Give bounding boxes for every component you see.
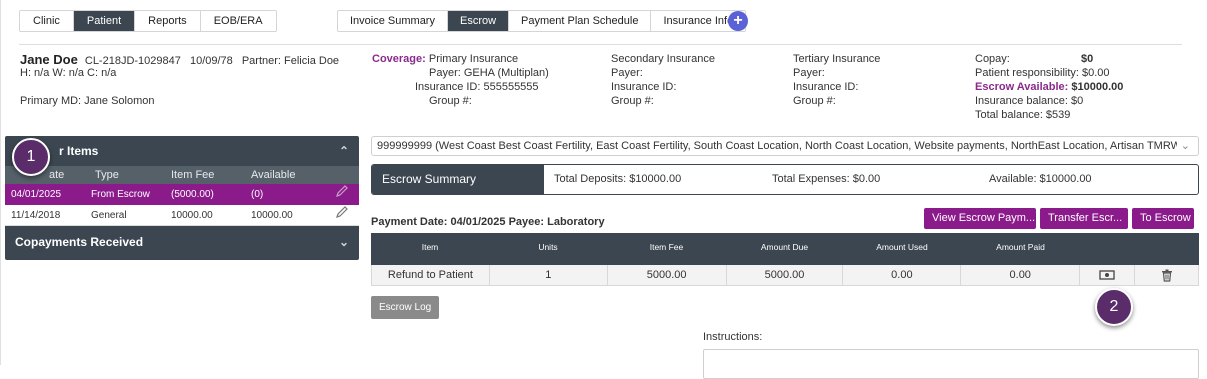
transfer-escrow-button[interactable]: Transfer Escr... bbox=[1040, 208, 1128, 229]
col-item: Item bbox=[421, 242, 439, 252]
secondary-insurance-title: Secondary Insurance bbox=[611, 53, 715, 65]
chevron-down-icon[interactable]: ⌄ bbox=[1181, 137, 1190, 155]
item-type: From Escrow bbox=[91, 189, 150, 200]
escrow-available-value: $10000.00 bbox=[1071, 81, 1124, 93]
to-escrow-button[interactable]: To Escrow bbox=[1132, 208, 1194, 229]
copayments-received-header[interactable]: Copayments Received ⌄ bbox=[5, 226, 359, 258]
money-icon[interactable] bbox=[1080, 265, 1136, 285]
tab-reports[interactable]: Reports bbox=[135, 11, 201, 31]
col-type: Type bbox=[95, 169, 119, 181]
escrow-item-row[interactable]: 04/01/2025 From Escrow (5000.00) (0) bbox=[5, 184, 359, 205]
cell-amount-used: 0.00 bbox=[843, 265, 962, 285]
cell-item: Refund to Patient bbox=[372, 265, 490, 285]
col-units: Units bbox=[538, 242, 558, 252]
escrow-summary-bar: Escrow Summary Total Deposits: $10000.00… bbox=[371, 164, 1199, 195]
patient-responsibility: Patient responsibility: $0.00 bbox=[975, 67, 1110, 79]
edit-pencil-icon[interactable] bbox=[327, 205, 357, 225]
item-available: 10000.00 bbox=[251, 210, 293, 221]
step-marker-1: 1 bbox=[12, 138, 50, 176]
secondary-payer: Payer: bbox=[611, 67, 643, 79]
patient-dob: 10/09/78 bbox=[189, 55, 233, 67]
escrow-items-panel: r Items ⌃ ate Type Item Fee Available 04… bbox=[5, 136, 359, 260]
coverage-label: Coverage: bbox=[372, 53, 426, 65]
available-amount: Available: $10000.00 bbox=[989, 173, 1092, 185]
tab-payment-plan-schedule[interactable]: Payment Plan Schedule bbox=[509, 11, 652, 31]
patient-phones: H: n/a W: n/a C: n/a bbox=[20, 67, 117, 79]
cell-amount-paid: 0.00 bbox=[961, 265, 1081, 285]
item-available: (0) bbox=[251, 189, 264, 200]
secondary-insurance-id: Insurance ID: bbox=[611, 81, 677, 93]
col-item-fee: Item Fee bbox=[649, 242, 684, 252]
chevron-up-icon[interactable]: ⌃ bbox=[339, 136, 349, 166]
escrow-items-title: r Items bbox=[59, 144, 99, 158]
escrow-table: Item Units Item Fee Amount Due Amount Us… bbox=[371, 233, 1199, 286]
escrow-account-select[interactable]: 999999999 (West Coast Best Coast Fertili… bbox=[371, 136, 1199, 156]
total-deposits: Total Deposits: $10000.00 bbox=[554, 173, 682, 185]
patient-header: Jane Doe CL-218JD-1029847 10/09/78 Partn… bbox=[20, 52, 339, 67]
item-fee: 10000.00 bbox=[171, 210, 213, 221]
cell-units: 1 bbox=[490, 265, 608, 285]
item-date: 04/01/2025 bbox=[11, 189, 62, 200]
escrow-log-button[interactable]: Escrow Log bbox=[371, 296, 440, 319]
cell-item-fee: 5000.00 bbox=[608, 265, 727, 285]
step-marker-2: 2 bbox=[1095, 288, 1133, 326]
escrow-item-row[interactable]: 11/14/2018 General 10000.00 10000.00 bbox=[5, 205, 359, 226]
col-available: Available bbox=[251, 169, 296, 181]
tertiary-group: Group #: bbox=[793, 95, 836, 107]
escrow-summary-title: Escrow Summary bbox=[372, 165, 544, 194]
patient-subnav: Invoice Summary Escrow Payment Plan Sche… bbox=[337, 10, 747, 32]
col-amount-paid: Amount Paid bbox=[996, 242, 1045, 252]
escrow-available-label: Escrow Available: bbox=[975, 81, 1069, 93]
tab-invoice-summary[interactable]: Invoice Summary bbox=[338, 11, 448, 31]
patient-name: Jane Doe bbox=[20, 52, 78, 67]
coverage-primary: Coverage: Primary Insurance bbox=[372, 53, 518, 65]
copay-value: $0 bbox=[1081, 53, 1094, 65]
insurance-balance: Insurance balance: $0 bbox=[975, 95, 1084, 107]
trash-icon[interactable] bbox=[1135, 265, 1198, 285]
patient-id: CL-218JD-1029847 bbox=[84, 55, 181, 67]
primary-payer: Payer: GEHA (Multiplan) bbox=[429, 67, 549, 79]
payment-info: Payment Date: 04/01/2025 Payee: Laborato… bbox=[371, 216, 605, 228]
escrow-items-header[interactable]: r Items ⌃ bbox=[5, 136, 359, 166]
main-nav: Clinic Patient Reports EOB/ERA bbox=[19, 10, 277, 32]
item-date: 11/14/2018 bbox=[11, 210, 61, 221]
edit-pencil-icon[interactable] bbox=[327, 184, 357, 205]
escrow-available: Escrow Available: $10000.00 bbox=[975, 81, 1123, 93]
view-escrow-payment-button[interactable]: View Escrow Paym... bbox=[924, 208, 1036, 229]
copay-label: Copay: bbox=[975, 53, 1010, 65]
patient-partner: Partner: Felicia Doe bbox=[241, 55, 340, 67]
header-divider bbox=[19, 44, 1182, 45]
tertiary-payer: Payer: bbox=[793, 67, 825, 79]
instructions-label: Instructions: bbox=[703, 331, 763, 343]
total-expenses: Total Expenses: $0.00 bbox=[772, 173, 881, 185]
escrow-account-value: 999999999 (West Coast Best Coast Fertili… bbox=[377, 140, 1177, 152]
table-row[interactable]: Refund to Patient 1 5000.00 5000.00 0.00… bbox=[371, 265, 1199, 286]
col-amount-due: Amount Due bbox=[760, 242, 809, 252]
tab-eob-era[interactable]: EOB/ERA bbox=[200, 11, 276, 31]
chevron-down-icon[interactable]: ⌄ bbox=[339, 226, 349, 258]
tab-clinic[interactable]: Clinic bbox=[20, 11, 74, 31]
escrow-items-columns: ate Type Item Fee Available bbox=[5, 166, 359, 184]
tab-escrow[interactable]: Escrow bbox=[447, 11, 510, 31]
escrow-table-header: Item Units Item Fee Amount Due Amount Us… bbox=[371, 233, 1199, 265]
tab-patient[interactable]: Patient bbox=[73, 11, 136, 31]
tertiary-insurance-title: Tertiary Insurance bbox=[793, 53, 881, 65]
left-edge-border bbox=[0, 0, 1, 365]
primary-md: Primary MD: Jane Solomon bbox=[20, 95, 155, 107]
col-item-fee: Item Fee bbox=[171, 169, 215, 181]
instructions-textarea[interactable] bbox=[703, 349, 1199, 379]
total-balance: Total balance: $539 bbox=[975, 109, 1071, 121]
add-plus-icon[interactable]: + bbox=[728, 11, 748, 31]
secondary-group: Group #: bbox=[611, 95, 654, 107]
primary-insurance-id: Insurance ID: 555555555 bbox=[415, 81, 539, 93]
copayments-received-title: Copayments Received bbox=[15, 235, 144, 249]
cell-amount-due: 5000.00 bbox=[727, 265, 844, 285]
primary-insurance-title: Primary Insurance bbox=[428, 53, 519, 65]
item-type: General bbox=[91, 210, 127, 221]
col-amount-used: Amount Used bbox=[876, 242, 928, 252]
primary-group: Group #: bbox=[429, 95, 472, 107]
item-fee: (5000.00) bbox=[171, 189, 214, 200]
tertiary-insurance-id: Insurance ID: bbox=[793, 81, 859, 93]
